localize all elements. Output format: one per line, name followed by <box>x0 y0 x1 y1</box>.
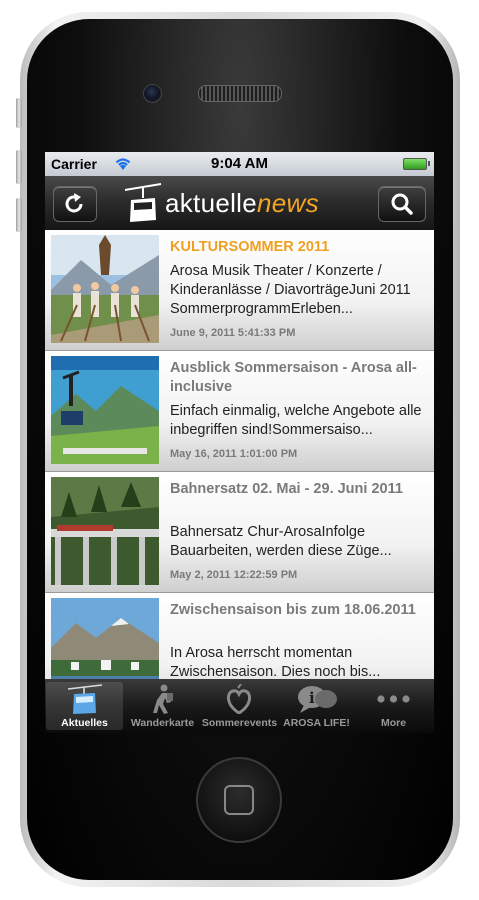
news-excerpt: Einfach einmalig, welche Angebote alle i… <box>170 403 422 438</box>
refresh-button[interactable] <box>53 186 97 222</box>
svg-text:i: i <box>309 689 315 707</box>
front-camera <box>143 84 162 103</box>
news-excerpt: Bahnersatz Chur-ArosaInfolge Bauarbeiten… <box>170 524 392 559</box>
news-item[interactable]: KULTURSOMMER 2011 Arosa Musik Theater / … <box>45 230 434 351</box>
speech-bubble-icon: i <box>298 686 337 713</box>
cable-car-icon <box>67 684 103 714</box>
news-item[interactable]: Zwischensaison bis zum 18.06.2011 In Aro… <box>45 593 434 679</box>
volume-up-button <box>16 150 22 184</box>
tab-sommerevents[interactable]: Sommerevents <box>201 682 278 730</box>
news-thumbnail-mountain-lake <box>51 598 159 679</box>
mute-switch <box>16 98 22 128</box>
logo-text-main: aktuelle <box>165 188 258 218</box>
news-title: KULTURSOMMER 2011 <box>170 239 330 255</box>
tab-label: More <box>380 717 407 729</box>
earpiece-speaker <box>198 85 282 102</box>
hiker-icon <box>153 684 173 714</box>
news-thumbnail-railway-viaduct <box>51 477 159 585</box>
status-time: 9:04 AM <box>211 155 268 172</box>
cable-car-logo-icon <box>124 183 162 222</box>
tab-aktuelles[interactable]: Aktuelles <box>46 682 123 730</box>
news-title: Bahnersatz 02. Mai - 29. Juni 2011 <box>170 481 403 497</box>
news-title: Zwischensaison bis zum 18.06.2011 <box>170 602 416 618</box>
tab-label: AROSA LIFE! <box>283 717 350 729</box>
app-logo: aktuellenews <box>123 182 363 226</box>
more-dots-icon <box>377 695 410 703</box>
battery-tip <box>428 161 430 166</box>
heart-icon <box>227 684 251 714</box>
app-logo-text: aktuellenews <box>165 188 319 219</box>
news-item[interactable]: Bahnersatz 02. Mai - 29. Juni 2011 Bahne… <box>45 472 434 593</box>
navigation-bar: aktuellenews <box>45 176 434 230</box>
home-button[interactable] <box>196 757 282 843</box>
tab-label: Wanderkarte <box>130 717 195 729</box>
tab-label: Sommerevents <box>201 717 278 729</box>
tab-label: Aktuelles <box>61 717 108 729</box>
tab-arosa-life[interactable]: i AROSA LIFE! <box>278 682 355 730</box>
search-button[interactable] <box>378 186 426 222</box>
refresh-icon <box>65 193 83 213</box>
news-thumbnail-alphorn-players <box>51 235 159 343</box>
battery-icon <box>403 158 427 170</box>
app-screen: Carrier 9:04 AM aktuellenews KULTURSOMME… <box>45 152 434 733</box>
news-date: June 9, 2011 5:41:33 PM <box>170 327 296 339</box>
news-title: Ausblick Sommersaison - Arosa all-inclus… <box>170 360 417 395</box>
news-thumbnail-summer-poster <box>51 356 159 464</box>
tab-more[interactable]: More <box>355 682 432 730</box>
volume-down-button <box>16 198 22 232</box>
news-excerpt: In Arosa herrscht momentan Zwischensaiso… <box>170 645 381 679</box>
status-bar: Carrier 9:04 AM <box>45 152 434 176</box>
home-square-icon <box>224 785 254 815</box>
tab-wanderkarte[interactable]: Wanderkarte <box>124 682 201 730</box>
news-date: May 16, 2011 1:01:00 PM <box>170 448 298 460</box>
news-item[interactable]: Ausblick Sommersaison - Arosa all-inclus… <box>45 351 434 472</box>
news-date: May 2, 2011 12:22:59 PM <box>170 569 298 581</box>
tab-bar: Aktuelles Wanderkarte Sommerevents i ARO… <box>45 679 434 733</box>
logo-text-accent: news <box>257 188 319 218</box>
search-icon <box>391 193 413 215</box>
news-excerpt: Arosa Musik Theater / Konzerte / Kindera… <box>170 263 411 317</box>
news-list[interactable]: KULTURSOMMER 2011 Arosa Musik Theater / … <box>45 230 434 679</box>
